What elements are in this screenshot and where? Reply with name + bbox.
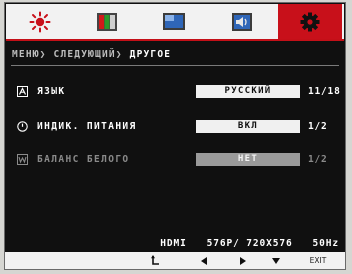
power-indicator-value[interactable]: ВКЛ bbox=[196, 119, 300, 133]
arrow-left-icon bbox=[201, 256, 207, 265]
breadcrumb: МЕНЮ❯ СЛЕДУЮЩИЙ❯ ДРУГОЕ bbox=[12, 49, 338, 60]
osd-menu-window: МЕНЮ❯ СЛЕДУЮЩИЙ❯ ДРУГОЕ ЯЗЫК РУССКИЙ 11/… bbox=[4, 2, 346, 270]
tab-picture[interactable] bbox=[142, 4, 206, 39]
row-language[interactable]: ЯЗЫК РУССКИЙ 11/18 bbox=[17, 83, 340, 99]
return-arrow-icon bbox=[151, 255, 159, 265]
breadcrumb-current: ДРУГОЕ bbox=[129, 49, 172, 60]
status-frequency: 50Hz bbox=[312, 238, 339, 249]
key-guide-bar: EXIT bbox=[5, 252, 345, 269]
language-value[interactable]: РУССКИЙ bbox=[196, 84, 300, 98]
row-white-balance[interactable]: БАЛАНС БЕЛОГО НЕТ 1/2 bbox=[17, 151, 337, 167]
tab-brightness[interactable] bbox=[8, 4, 72, 39]
breadcrumb-next[interactable]: СЛЕДУЮЩИЙ❯ bbox=[54, 49, 123, 60]
tab-bar bbox=[6, 4, 344, 41]
brightness-icon bbox=[29, 11, 51, 32]
status-input: HDMI bbox=[160, 238, 187, 249]
white-balance-label: БАЛАНС БЕЛОГО bbox=[37, 153, 130, 165]
language-icon bbox=[17, 85, 28, 97]
exit-key[interactable]: EXIT bbox=[305, 255, 331, 266]
arrow-right-icon bbox=[240, 256, 246, 265]
power-indicator-count: 1/2 bbox=[308, 120, 328, 132]
left-key[interactable] bbox=[193, 255, 215, 266]
separator-line bbox=[11, 65, 339, 66]
white-balance-icon bbox=[17, 153, 28, 165]
white-balance-value[interactable]: НЕТ bbox=[196, 152, 300, 166]
color-icon bbox=[97, 12, 117, 31]
power-indicator-label: ИНДИК. ПИТАНИЯ bbox=[37, 120, 137, 132]
tab-color[interactable] bbox=[75, 4, 139, 39]
tab-other[interactable] bbox=[278, 4, 342, 39]
row-power-indicator[interactable]: ИНДИК. ПИТАНИЯ ВКЛ 1/2 bbox=[17, 118, 337, 134]
power-icon bbox=[17, 120, 28, 132]
back-key[interactable] bbox=[145, 255, 167, 266]
white-balance-count: 1/2 bbox=[308, 153, 328, 165]
language-count: 11/18 bbox=[308, 85, 341, 97]
right-key[interactable] bbox=[232, 255, 254, 266]
signal-status: HDMI 576P/ 720X576 50Hz bbox=[135, 238, 339, 249]
arrow-down-icon bbox=[272, 257, 280, 264]
sound-icon bbox=[232, 12, 252, 31]
language-label: ЯЗЫК bbox=[37, 85, 66, 97]
gear-icon bbox=[300, 12, 320, 31]
down-key[interactable] bbox=[265, 255, 287, 266]
status-resolution: 576P/ 720X576 bbox=[206, 238, 293, 249]
breadcrumb-menu[interactable]: МЕНЮ❯ bbox=[12, 49, 47, 60]
tab-sound[interactable] bbox=[210, 4, 274, 39]
picture-icon bbox=[163, 13, 185, 30]
